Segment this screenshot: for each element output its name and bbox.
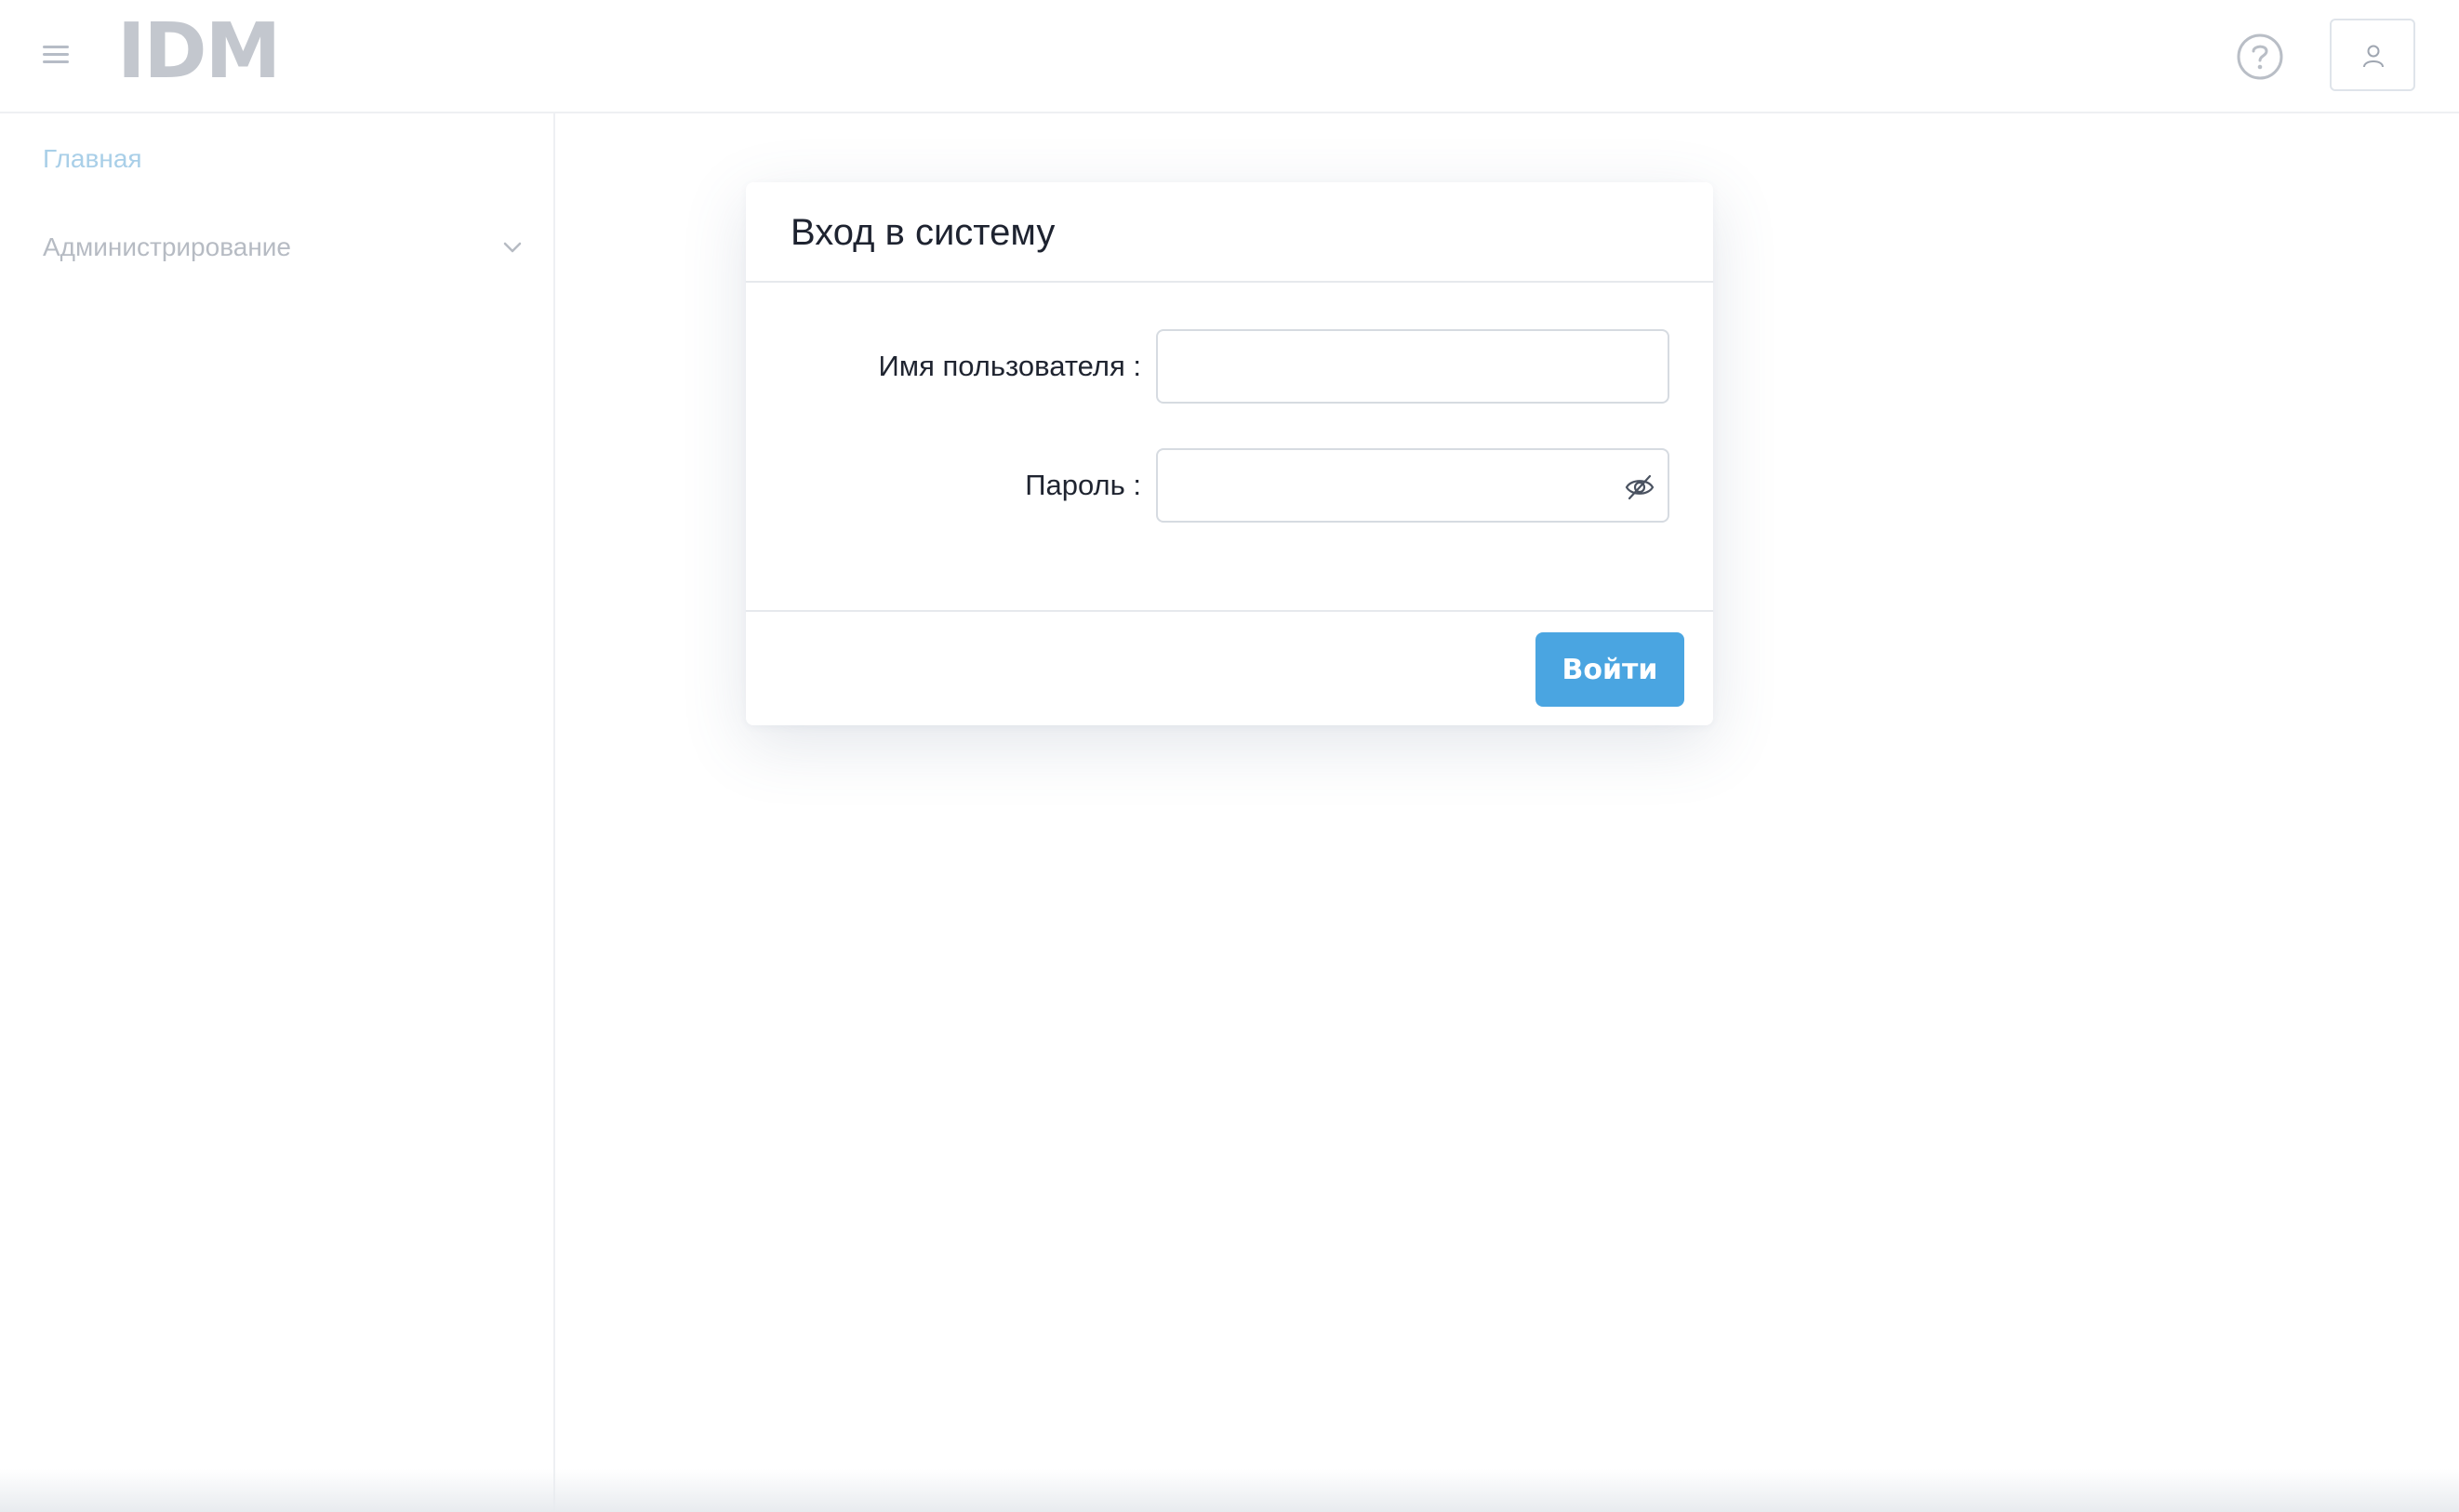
user-icon [2363, 45, 2384, 68]
help-button[interactable] [2235, 32, 2285, 82]
eye-slash-icon[interactable] [1623, 471, 1656, 504]
username-field-wrapper [1156, 329, 1669, 404]
question-circle-icon [2237, 33, 2283, 80]
sidebar-item-administration[interactable]: Администрирование [43, 229, 291, 266]
hamburger-menu-icon[interactable] [37, 41, 76, 71]
username-input[interactable] [1158, 331, 1668, 402]
sidebar-item-home[interactable]: Главная [43, 140, 142, 178]
app-logo[interactable]: IDM [117, 6, 281, 99]
password-input[interactable] [1158, 450, 1668, 521]
login-dialog: Вход в систему Имя пользователя : Пароль… [746, 182, 1713, 725]
bottom-scroll-shadow [0, 1469, 2459, 1512]
login-dialog-title: Вход в систему [791, 212, 1056, 253]
login-button[interactable]: Войти [1535, 632, 1684, 707]
username-label: Имя пользователя : [878, 350, 1141, 382]
chevron-down-icon[interactable] [502, 240, 523, 255]
password-label: Пароль : [1025, 469, 1141, 501]
top-header: IDM [0, 0, 2459, 113]
login-dialog-header: Вход в систему [746, 182, 1713, 283]
user-menu-button[interactable] [2330, 19, 2415, 91]
sidebar: Главная Администрирование [0, 113, 555, 1512]
login-dialog-divider [746, 610, 1713, 612]
password-field-wrapper [1156, 448, 1669, 523]
